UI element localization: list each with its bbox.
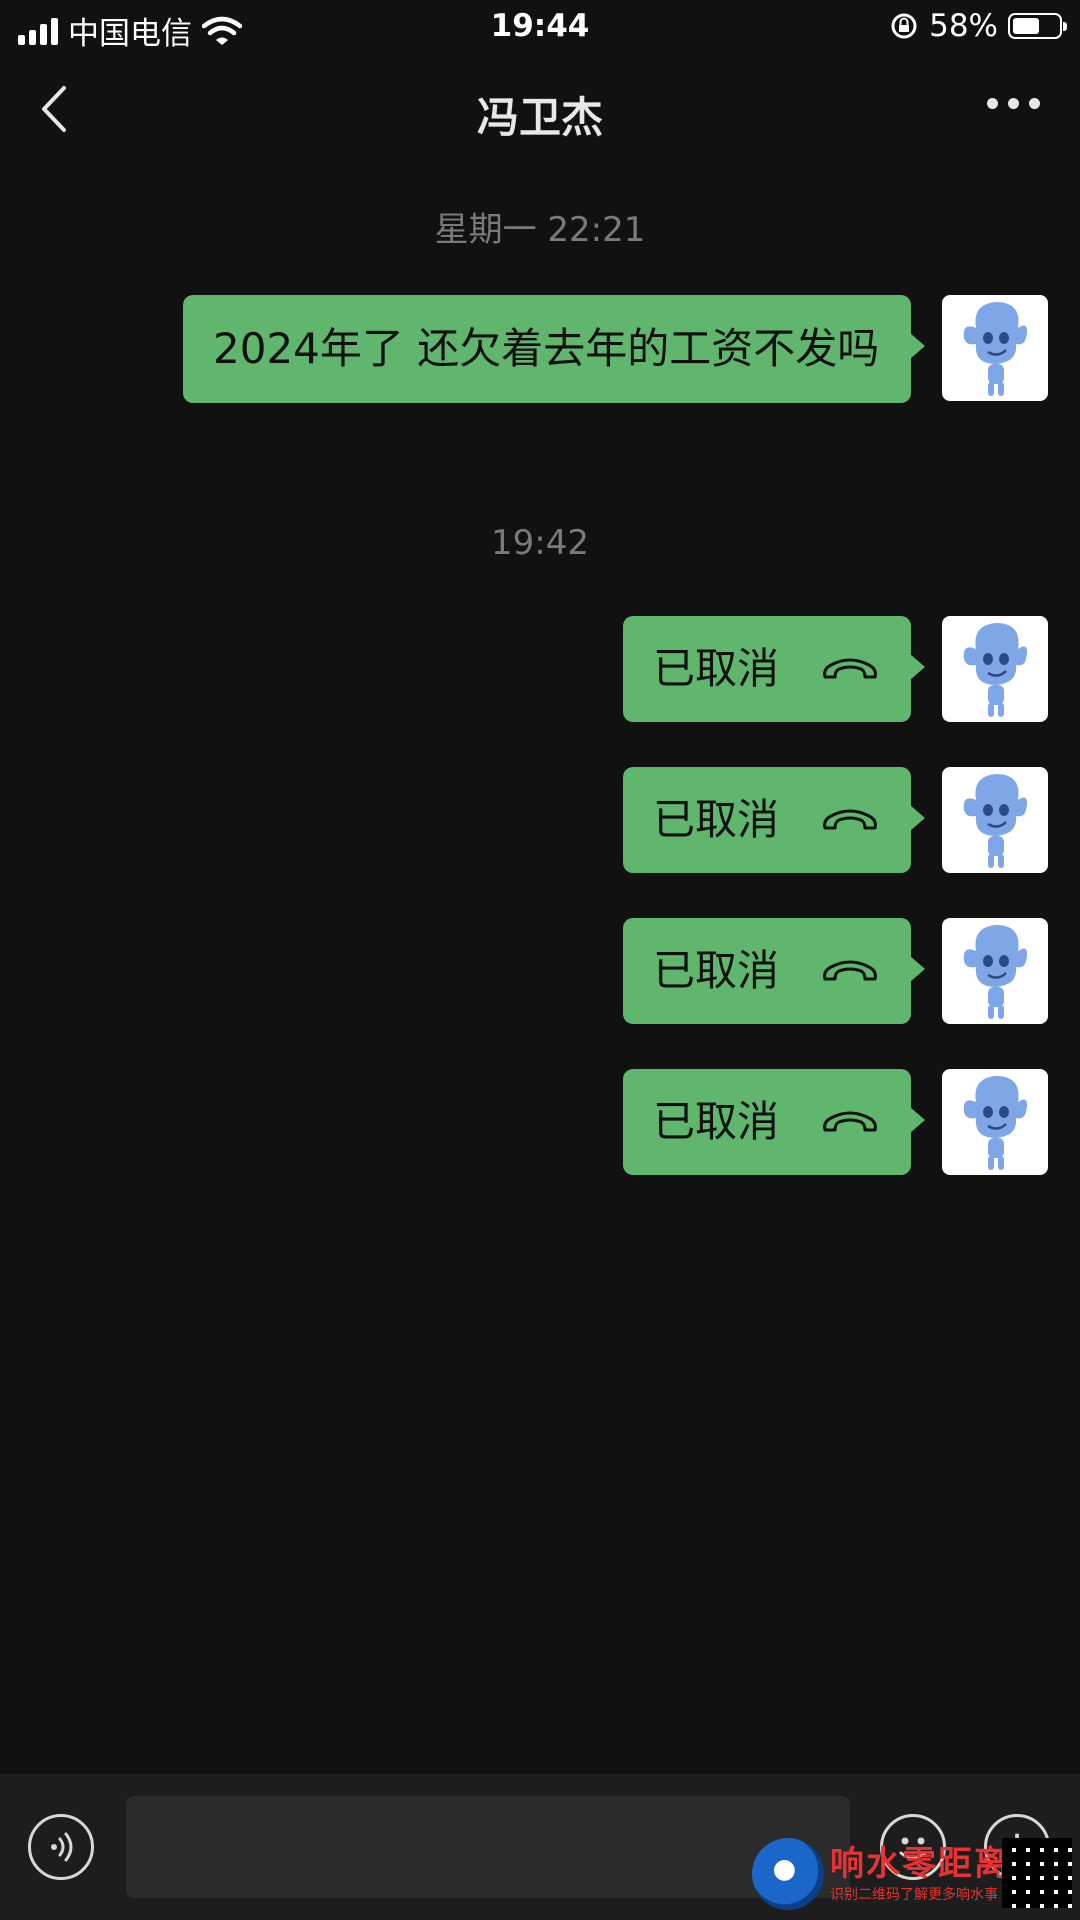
timestamp: 星期一 22:21 bbox=[434, 210, 646, 250]
call-bubble[interactable]: 已取消 bbox=[623, 1069, 925, 1175]
voice-wave-icon bbox=[51, 1832, 73, 1862]
avatar[interactable] bbox=[942, 918, 1048, 1024]
message-row: 已取消 bbox=[623, 918, 1048, 1024]
call-status-label: 已取消 bbox=[653, 946, 780, 995]
more-dots-icon[interactable] bbox=[987, 98, 1040, 109]
hangup-phone-icon bbox=[823, 960, 877, 981]
message-input[interactable] bbox=[126, 1796, 850, 1898]
nav-bar: 冯卫杰 bbox=[0, 54, 1080, 166]
avatar[interactable] bbox=[942, 295, 1048, 401]
battery-percent: 58% bbox=[929, 8, 998, 44]
avatar[interactable] bbox=[942, 767, 1048, 873]
call-status-label: 已取消 bbox=[653, 1097, 780, 1146]
avatar-figure-icon bbox=[963, 302, 1027, 396]
battery-icon bbox=[1008, 13, 1067, 39]
hangup-phone-icon bbox=[823, 809, 877, 830]
avatar[interactable] bbox=[942, 1069, 1048, 1175]
avatar-figure-icon bbox=[963, 623, 1027, 717]
message-row: 已取消 bbox=[623, 767, 1048, 873]
qr-code-icon bbox=[1002, 1838, 1072, 1908]
call-bubble[interactable]: 已取消 bbox=[623, 616, 925, 722]
watermark-subtitle: 识别二维码了解更多响水事 bbox=[830, 1887, 998, 1903]
hangup-phone-icon bbox=[823, 1111, 877, 1132]
watermark-logo-icon bbox=[752, 1838, 824, 1910]
message-row: 2024年了 还欠着去年的工资不发吗 bbox=[183, 295, 1048, 403]
call-status-label: 已取消 bbox=[653, 644, 780, 693]
hangup-phone-icon bbox=[823, 658, 877, 679]
avatar-figure-icon bbox=[963, 774, 1027, 868]
watermark-title: 响水零距离 bbox=[830, 1844, 1010, 1884]
voice-icon[interactable] bbox=[28, 1814, 94, 1880]
avatar-figure-icon bbox=[963, 1076, 1027, 1170]
timestamp: 19:42 bbox=[491, 523, 589, 563]
avatar[interactable] bbox=[942, 616, 1048, 722]
message-row: 已取消 bbox=[623, 1069, 1048, 1175]
call-bubble[interactable]: 已取消 bbox=[623, 918, 925, 1024]
rotation-lock-icon bbox=[891, 13, 917, 39]
status-right: 58% bbox=[889, 8, 1067, 44]
watermark: 响水零距离 识别二维码了解更多响水事 bbox=[746, 1832, 1076, 1916]
call-status-label: 已取消 bbox=[653, 795, 780, 844]
chat-title: 冯卫杰 bbox=[476, 93, 603, 142]
call-bubble[interactable]: 已取消 bbox=[623, 767, 925, 873]
message-row: 已取消 bbox=[623, 616, 1048, 722]
message-bubble[interactable]: 2024年了 还欠着去年的工资不发吗 bbox=[183, 295, 925, 403]
status-bar: 中国电信 19:44 58% bbox=[0, 0, 1080, 54]
avatar-figure-icon bbox=[963, 925, 1027, 1019]
battery-fill bbox=[1013, 18, 1039, 34]
